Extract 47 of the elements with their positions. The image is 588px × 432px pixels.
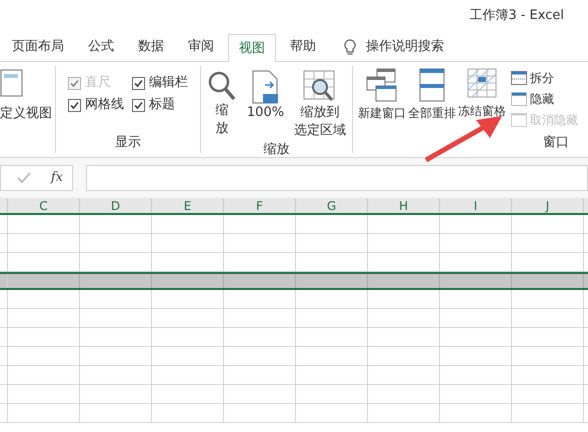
- column-header[interactable]: H: [368, 198, 440, 213]
- checkbox-label: 标题: [149, 96, 175, 114]
- ribbon-tab[interactable]: 视图: [228, 34, 276, 62]
- column-header[interactable]: E: [152, 198, 224, 213]
- group-label: 窗口: [543, 134, 570, 152]
- formula-input[interactable]: [86, 165, 588, 191]
- column-header[interactable]: C: [8, 198, 80, 213]
- ribbon-tab[interactable]: 帮助: [280, 33, 326, 61]
- insert-function-button[interactable]: fx: [50, 168, 63, 188]
- magnifier-icon: [206, 70, 237, 102]
- group-label: 显示: [115, 134, 141, 152]
- ribbon-tab[interactable]: 公式: [78, 33, 124, 61]
- window-small-button[interactable]: 拆分: [511, 68, 578, 87]
- check-icon[interactable]: [16, 172, 31, 184]
- frozen-grid-icon: [467, 68, 497, 100]
- windows-icon: [365, 68, 399, 102]
- column-header[interactable]: J: [512, 198, 584, 213]
- window-small-button[interactable]: 隐藏: [511, 89, 578, 108]
- checkbox-label: 直尺: [85, 74, 111, 92]
- split-window-icon: [511, 70, 527, 84]
- lightbulb-icon: [344, 38, 356, 56]
- checkbox[interactable]: [68, 98, 81, 112]
- column-header[interactable]: G: [296, 198, 368, 213]
- zoom-button[interactable]: 100%: [246, 70, 284, 122]
- ribbon-tab[interactable]: 数据: [128, 33, 174, 61]
- column-header[interactable]: F: [224, 198, 296, 213]
- hidden-window-icon: [511, 92, 527, 106]
- window-button[interactable]: 新建窗口: [357, 68, 407, 129]
- checkbox-label: 网格线: [85, 96, 124, 114]
- grid-magnifier-icon: [303, 70, 338, 104]
- ribbon-tab[interactable]: 页面布局: [2, 33, 74, 61]
- column-header[interactable]: D: [80, 198, 152, 213]
- stacked-windows-icon: [419, 68, 445, 102]
- zoom-button[interactable]: 缩放到 选定区域: [294, 70, 346, 140]
- checkbox[interactable]: [132, 98, 145, 112]
- tell-me-search[interactable]: 操作说明搜索: [366, 37, 444, 57]
- zoom-button[interactable]: 缩 放: [206, 70, 237, 138]
- window-title: 工作簿3 - Excel: [469, 7, 564, 26]
- page-hundred-icon: [251, 70, 280, 104]
- checkbox[interactable]: [132, 76, 145, 90]
- custom-views-button[interactable]: 定义视图: [0, 104, 52, 124]
- window-button[interactable]: 全部重排: [407, 68, 457, 129]
- column-header[interactable]: I: [440, 198, 512, 213]
- ribbon-tab[interactable]: 审阅: [178, 33, 224, 61]
- window-icon: [511, 112, 527, 126]
- checkbox-label: 编辑栏: [149, 74, 188, 92]
- group-label: 缩放: [264, 141, 290, 159]
